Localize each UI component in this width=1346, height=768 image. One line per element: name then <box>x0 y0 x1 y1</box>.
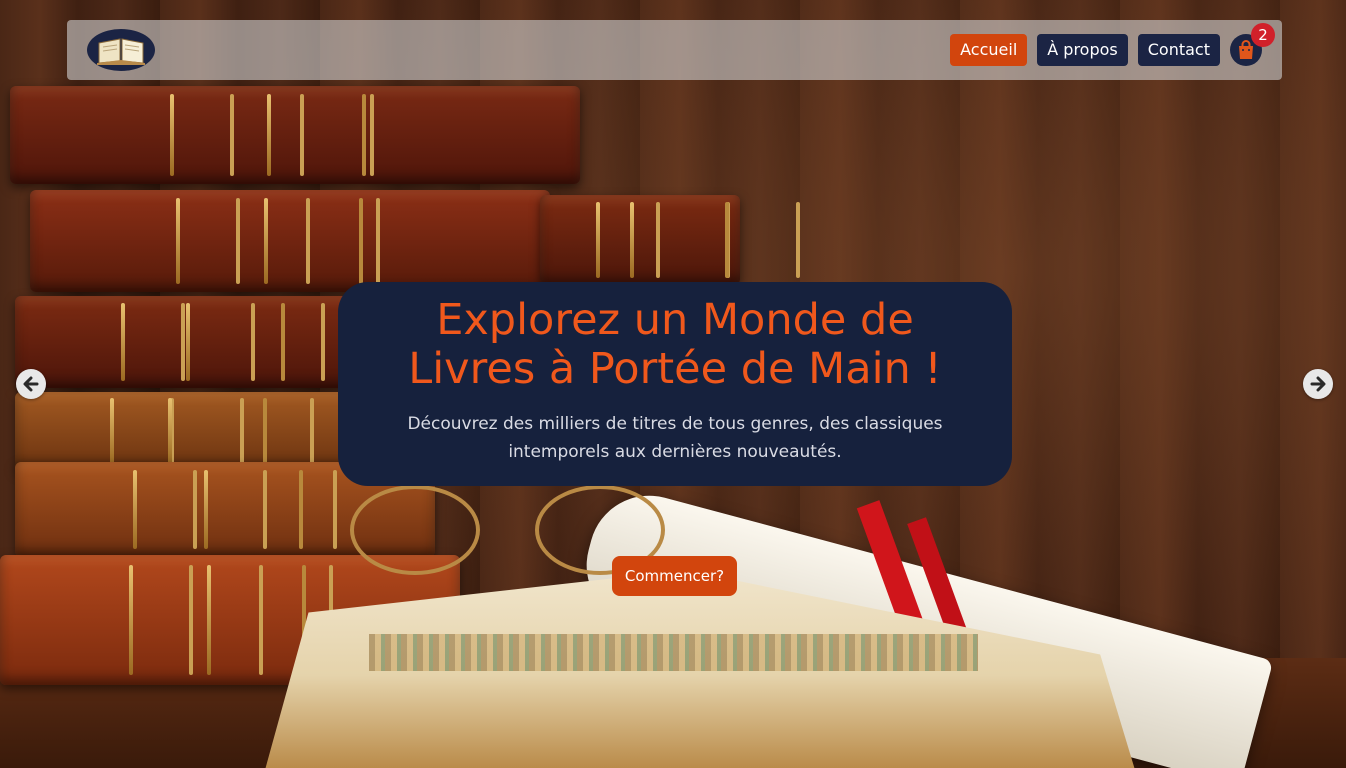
antique-book <box>540 195 740 285</box>
antique-book <box>10 86 580 184</box>
hero-subtitle: Découvrez des milliers de titres de tous… <box>385 410 965 466</box>
nav-link-accueil[interactable]: Accueil <box>950 34 1028 66</box>
antique-book <box>30 190 550 292</box>
carousel-next-button[interactable] <box>1303 369 1333 399</box>
nav-links: Accueil À propos Contact 2 <box>950 23 1275 66</box>
nav-link-contact[interactable]: Contact <box>1137 34 1220 66</box>
antique-book <box>15 392 355 470</box>
nav-link-a-propos[interactable]: À propos <box>1037 34 1128 66</box>
arrow-left-icon <box>23 376 39 392</box>
hero-title-line-2: Livres à Portée de Main ! <box>408 344 942 394</box>
arrow-right-icon <box>1310 376 1326 392</box>
hero-subtitle-line-1: Découvrez des milliers de titres de tous… <box>407 414 943 434</box>
cart-count-badge: 2 <box>1251 23 1275 47</box>
start-button[interactable]: Commencer? <box>612 556 737 596</box>
hero-card: Explorez un Monde de Livres à Portée de … <box>338 282 1012 486</box>
navbar: Accueil À propos Contact 2 <box>67 20 1282 80</box>
hero-title-line-1: Explorez un Monde de <box>436 295 914 345</box>
hero-subtitle-line-2: intemporels aux dernières nouveautés. <box>508 442 842 462</box>
open-book-icon <box>97 38 145 65</box>
cart-button[interactable]: 2 <box>1230 23 1275 66</box>
carousel-prev-button[interactable] <box>16 369 46 399</box>
logo-link[interactable] <box>87 29 155 71</box>
shopping-bag-icon <box>1239 40 1253 59</box>
hero-title: Explorez un Monde de Livres à Portée de … <box>338 296 1012 394</box>
